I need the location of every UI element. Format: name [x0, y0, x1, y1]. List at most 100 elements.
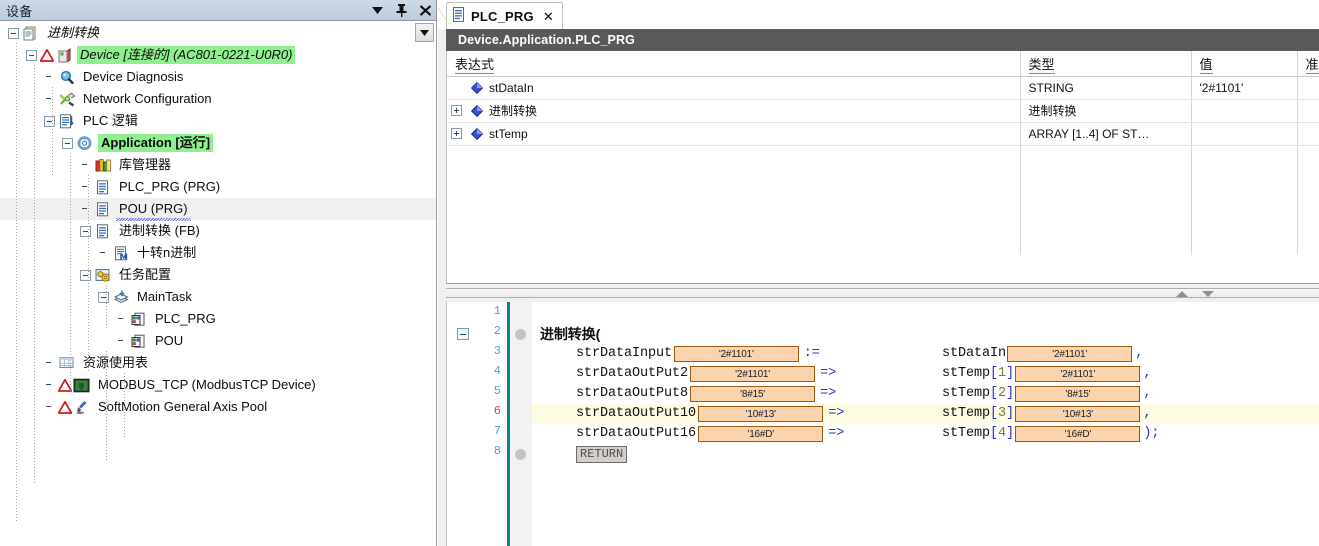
pou-prg-icon [94, 179, 112, 195]
tab-plc-prg[interactable]: PLC_PRG ✕ [446, 2, 563, 29]
tree-item-6[interactable]: 库管理器 [0, 154, 436, 176]
cell-value [1191, 122, 1298, 146]
column-header-type[interactable]: 类型 [1020, 51, 1192, 77]
tree-item-13[interactable]: PLC_PRG [0, 308, 436, 330]
tree-expander-icon[interactable] [62, 137, 73, 149]
horizontal-splitter[interactable] [446, 283, 1319, 302]
tree-item-16[interactable]: MODBUS_TCP (ModbusTCP Device) [0, 374, 436, 396]
project-icon [22, 25, 40, 41]
cell-prepared[interactable] [1297, 122, 1319, 146]
row-expander-icon[interactable] [451, 105, 462, 116]
tree-item-14[interactable]: POU [0, 330, 436, 352]
cell-type: ARRAY [1..4] OF ST… [1020, 122, 1192, 146]
tree-item-3[interactable]: Network Configuration [0, 88, 436, 110]
breadcrumb-path-bar: Device.Application.PLC_PRG [446, 29, 1319, 51]
tree-item-8[interactable]: POU (PRG) [0, 198, 436, 221]
code-fold-toggle-icon[interactable] [457, 328, 469, 340]
table-row[interactable]: 进制转换 进制转换 [447, 99, 1319, 123]
inline-value-box-left[interactable]: '2#1101' [673, 346, 799, 362]
devices-panel: 设备 进制转换 Device [连接的] (AC801-0221-U0R0) D… [0, 0, 437, 546]
svg-text:M: M [119, 253, 127, 261]
column-header-expression[interactable]: 表达式 [447, 51, 1021, 77]
tree-item-10[interactable]: M 十转n进制 [0, 242, 436, 264]
tree-item-label: SoftMotion General Axis Pool [98, 399, 268, 414]
line-number: 8 [493, 444, 501, 458]
modbus-icon [73, 377, 91, 393]
inline-value-box-right[interactable]: '10#13' [1015, 406, 1141, 422]
line-number: 6 [493, 404, 501, 418]
code-breakpoint-column[interactable] [510, 302, 532, 546]
tab-close-icon[interactable]: ✕ [543, 10, 554, 23]
task-call-icon [130, 311, 148, 327]
inline-value-box-right[interactable]: '8#15' [1015, 386, 1141, 402]
tree-item-1[interactable]: Device [连接的] (AC801-0221-U0R0) [0, 44, 436, 66]
close-icon[interactable] [419, 3, 432, 18]
splitter-collapse-down-icon[interactable] [1202, 291, 1214, 297]
breakpoint-marker-icon[interactable] [515, 449, 526, 460]
expression-text: stTemp [489, 126, 528, 141]
table-filler-row [447, 145, 1319, 255]
inline-value-box-right[interactable]: '2#1101' [1015, 366, 1141, 382]
tree-expander-icon[interactable] [98, 291, 109, 303]
tree-item-label: 进制转换 (FB) [119, 223, 200, 238]
tree-guide-line [70, 153, 71, 395]
cell-prepared[interactable] [1297, 99, 1319, 123]
watch-table-header-row: 表达式 类型 值 准备 [447, 51, 1319, 77]
line-number: 1 [493, 304, 501, 318]
tree-item-label: 进制转换 [47, 25, 100, 40]
tree-expander-icon[interactable] [80, 225, 91, 237]
tree-expander-icon[interactable] [80, 269, 91, 281]
pou-prg-icon [94, 201, 112, 217]
cell-type: STRING [1020, 76, 1192, 100]
return-statement[interactable]: RETURN [576, 446, 628, 463]
inline-value-box-left[interactable]: '2#1101' [690, 366, 816, 382]
tree-item-label: Network Configuration [83, 91, 212, 106]
column-header-prepared[interactable]: 准备 [1297, 51, 1319, 77]
tree-expander-placeholder [98, 248, 109, 259]
table-row[interactable]: stDataIn STRING '2#1101' [447, 76, 1319, 100]
inline-value-box-left[interactable]: '16#D' [698, 426, 824, 442]
tree-item-4[interactable]: PLC 逻辑 [0, 110, 436, 132]
tree-item-9[interactable]: 进制转换 (FB) [0, 220, 436, 242]
column-header-value[interactable]: 值 [1191, 51, 1298, 77]
tree-item-15[interactable]: 资源使用表 [0, 352, 436, 374]
chevron-down-icon[interactable] [371, 3, 384, 18]
code-text-body[interactable]: 进制转换(strDataInput '2#1101':= stDataIn '2#11… [532, 302, 1319, 546]
tree-item-label: Application [运行] [98, 134, 214, 152]
tree-item-label: PLC 逻辑 [83, 113, 138, 128]
editor-area: PLC_PRG ✕ Device.Application.PLC_PRG 表达式… [438, 0, 1319, 546]
tree-item-7[interactable]: PLC_PRG (PRG) [0, 176, 436, 198]
breakpoint-marker-icon[interactable] [515, 329, 526, 340]
inline-value-box-left[interactable]: '10#13' [698, 406, 824, 422]
inline-value-box-left[interactable]: '8#15' [690, 386, 816, 402]
tree-expander-icon[interactable] [8, 27, 19, 39]
tree-guide-line [106, 285, 107, 329]
cell-expression: stDataIn [447, 76, 1021, 100]
row-expander-icon[interactable] [451, 128, 462, 139]
table-row[interactable]: stTemp ARRAY [1..4] OF ST… [447, 122, 1319, 146]
inline-value-box-right[interactable]: '16#D' [1015, 426, 1141, 442]
splitter-collapse-up-icon[interactable] [1176, 291, 1188, 297]
tree-item-2[interactable]: Device Diagnosis [0, 66, 436, 88]
tree-guide-line [52, 87, 53, 175]
param-left-name: strDataOutPut8 [576, 386, 689, 401]
code-editor[interactable]: 12345678 进制转换(strDataInput '2#1101':= stDa… [446, 302, 1319, 546]
tree-item-label: MainTask [137, 289, 192, 304]
tree-item-11[interactable]: 任务配置 [0, 264, 436, 286]
tree-item-17[interactable]: SoftMotion General Axis Pool [0, 396, 436, 418]
cell-prepared[interactable] [1297, 76, 1319, 100]
tree-item-12[interactable]: MainTask [0, 286, 436, 308]
tab-strip: PLC_PRG ✕ [438, 0, 1319, 29]
param-right-name: stTemp[3] [942, 406, 1015, 421]
expression-text: stDataIn [489, 80, 534, 95]
tree-expander-icon[interactable] [26, 49, 37, 61]
param-terminator: ); [1143, 426, 1160, 441]
tree-expander-placeholder [44, 358, 55, 369]
application-icon [76, 135, 94, 151]
pin-icon[interactable] [395, 3, 408, 18]
tree-item-0[interactable]: 进制转换 [0, 22, 436, 44]
tree-expander-icon[interactable] [44, 115, 55, 127]
tree-item-label: POU (PRG) [116, 200, 191, 221]
tree-item-5[interactable]: Application [运行] [0, 132, 436, 154]
inline-value-box-right[interactable]: '2#1101' [1007, 346, 1133, 362]
